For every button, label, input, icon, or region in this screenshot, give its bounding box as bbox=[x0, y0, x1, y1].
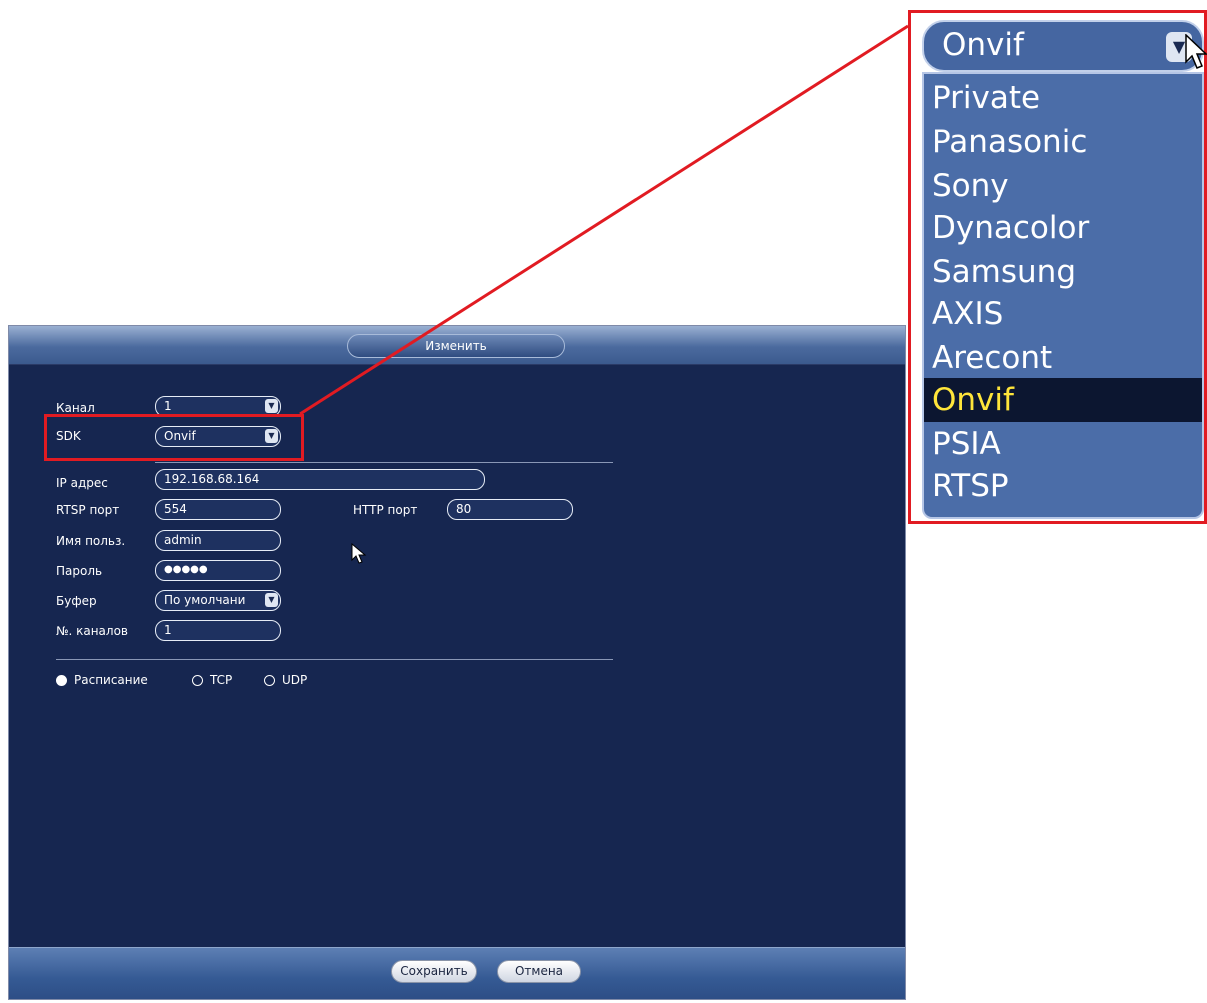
sdk-option-rtsp[interactable]: RTSP bbox=[932, 464, 1009, 508]
sdk-option-samsung[interactable]: Samsung bbox=[932, 250, 1076, 294]
sdk-option-sony[interactable]: Sony bbox=[932, 164, 1009, 208]
sdk-dropdown-zoomed[interactable]: Onvif ▼ bbox=[922, 20, 1204, 72]
sdk-option-psia[interactable]: PSIA bbox=[932, 422, 1001, 466]
sdk-dropdown-current: Onvif bbox=[942, 27, 1024, 63]
sdk-option-panasonic[interactable]: Panasonic bbox=[932, 120, 1087, 164]
sdk-option-dynacolor[interactable]: Dynacolor bbox=[932, 206, 1089, 250]
sdk-option-onvif[interactable]: Onvif bbox=[924, 378, 1202, 422]
sdk-option-private[interactable]: Private bbox=[932, 76, 1040, 120]
sdk-option-axis[interactable]: AXIS bbox=[932, 292, 1003, 336]
sdk-dropdown-list: Private Panasonic Sony Dynacolor Samsung… bbox=[922, 72, 1204, 519]
mouse-cursor-icon bbox=[1185, 34, 1207, 69]
sdk-option-arecont[interactable]: Arecont bbox=[932, 336, 1052, 380]
